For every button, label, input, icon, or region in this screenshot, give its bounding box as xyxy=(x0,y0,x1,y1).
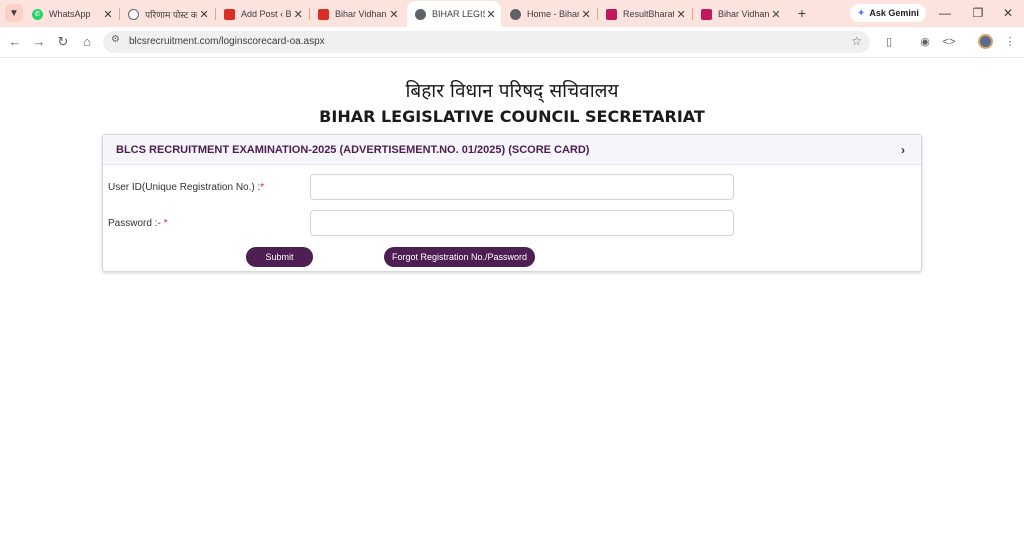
password-label-text: Password :- xyxy=(108,218,164,229)
submit-button[interactable]: Submit xyxy=(246,247,313,267)
tab-strip: ▼ ✆ WhatsApp ✕ परिणाम पोस्ट क ✕ Add Post… xyxy=(0,0,1024,27)
close-icon[interactable]: ✕ xyxy=(387,8,401,21)
forward-button[interactable]: → xyxy=(30,33,48,51)
close-icon[interactable]: ✕ xyxy=(485,8,497,21)
tab-result-post[interactable]: परिणाम पोस्ट क ✕ xyxy=(120,1,215,27)
card-header-text: BLCS RECRUITMENT EXAMINATION-2025 (ADVER… xyxy=(116,144,590,156)
arrow-right-icon: → xyxy=(32,34,46,49)
tab-title: BIHAR LEGISL xyxy=(432,9,485,19)
reload-button[interactable]: ↻ xyxy=(54,33,72,51)
tab-title: परिणाम पोस्ट क xyxy=(145,9,198,20)
new-tab-button[interactable]: + xyxy=(794,5,810,21)
tab-home-bihar[interactable]: Home - Bihar ✕ xyxy=(502,1,597,27)
tab-title: Bihar Vidhan xyxy=(718,9,770,19)
tab-bihar-vidhan-2[interactable]: Bihar Vidhan ✕ xyxy=(693,1,787,27)
restore-button[interactable]: ❐ xyxy=(968,4,988,22)
userid-label: User ID(Unique Registration No.) :* xyxy=(108,182,264,193)
browser-toolbar: ← → ↻ ⌂ ⚙ blcsrecruitment.com/loginscore… xyxy=(0,27,1024,58)
home-button[interactable]: ⌂ xyxy=(78,33,96,51)
menu-button[interactable]: ⋮ xyxy=(1002,34,1018,50)
userid-input[interactable] xyxy=(310,174,734,200)
close-window-button[interactable]: ✕ xyxy=(998,4,1018,22)
sparkle-icon: ✦ xyxy=(857,7,866,19)
globe-icon xyxy=(415,8,426,20)
close-icon: ✕ xyxy=(1002,6,1014,20)
chevron-down-icon: ▼ xyxy=(9,7,19,19)
tab-title: Bihar Vidhan xyxy=(335,9,387,19)
ask-gemini-button[interactable]: ✦ Ask Gemini xyxy=(850,4,926,22)
close-icon[interactable]: ✕ xyxy=(579,8,593,21)
page-title-english: BIHAR LEGISLATIVE COUNCIL SECRETARIAT xyxy=(319,107,705,126)
site-info-icon[interactable]: ⚙ xyxy=(111,34,120,45)
site-logo-icon xyxy=(701,8,712,20)
devtools-button[interactable]: <> xyxy=(941,34,957,50)
userid-label-text: User ID(Unique Registration No.) : xyxy=(108,182,261,193)
settings-icon xyxy=(128,8,139,20)
globe-icon xyxy=(510,8,521,20)
forgot-password-button[interactable]: Forgot Registration No./Password xyxy=(384,247,535,267)
tab-title: Add Post ‹ Bi xyxy=(241,9,292,19)
site-logo-icon xyxy=(606,8,617,20)
close-icon[interactable]: ✕ xyxy=(769,8,783,21)
tab-bihar-vidhan-1[interactable]: Bihar Vidhan ✕ xyxy=(310,1,405,27)
tab-search-button[interactable]: ▼ xyxy=(5,4,23,22)
minimize-icon: — xyxy=(939,6,951,20)
more-vertical-icon: ⋮ xyxy=(1004,36,1016,48)
tab-title: ResultBharat xyxy=(623,9,675,19)
close-icon[interactable]: ✕ xyxy=(101,8,115,21)
url-text[interactable]: blcsrecruitment.com/loginscorecard-oa.as… xyxy=(129,36,325,47)
required-mark: * xyxy=(260,182,265,193)
back-button[interactable]: ← xyxy=(6,33,24,51)
arrow-left-icon: ← xyxy=(8,34,22,49)
home-icon: ⌂ xyxy=(83,34,91,49)
whatsapp-icon: ✆ xyxy=(32,8,43,20)
puzzle-icon: ▯ xyxy=(885,36,893,48)
close-icon[interactable]: ✕ xyxy=(292,8,305,21)
minimize-button[interactable]: — xyxy=(935,4,955,22)
profile-avatar[interactable] xyxy=(978,34,993,49)
chevron-right-icon: › xyxy=(901,143,905,157)
close-icon[interactable]: ✕ xyxy=(674,8,688,21)
plus-icon: + xyxy=(797,5,807,21)
site-logo-icon xyxy=(318,8,329,20)
password-label: Password :- * xyxy=(108,218,167,229)
tab-title: WhatsApp xyxy=(49,9,91,19)
code-icon: <> xyxy=(942,36,956,48)
page-title-hindi: बिहार विधान परिषद् सचिवालय xyxy=(405,80,619,102)
reload-icon: ↻ xyxy=(57,34,69,49)
restore-icon: ❐ xyxy=(972,6,984,20)
tab-bihar-legislative[interactable]: BIHAR LEGISL ✕ xyxy=(407,1,501,27)
site-logo-icon xyxy=(224,8,235,20)
login-card: BLCS RECRUITMENT EXAMINATION-2025 (ADVER… xyxy=(102,134,922,272)
address-bar[interactable]: ⚙ blcsrecruitment.com/loginscorecard-oa.… xyxy=(103,31,870,53)
password-input[interactable] xyxy=(310,210,734,236)
extensions-button[interactable]: ▯ xyxy=(881,34,897,50)
tab-add-post[interactable]: Add Post ‹ Bi ✕ xyxy=(216,1,309,27)
tab-title: Home - Bihar xyxy=(527,9,580,19)
required-mark: * xyxy=(163,218,168,229)
star-icon[interactable]: ☆ xyxy=(851,34,862,48)
close-icon[interactable]: ✕ xyxy=(197,8,211,21)
tab-resultbharat[interactable]: ResultBharat ✕ xyxy=(598,1,692,27)
incognito-button[interactable]: ◉ xyxy=(917,34,933,50)
incognito-icon: ◉ xyxy=(920,36,930,48)
ask-gemini-label: Ask Gemini xyxy=(869,8,919,18)
card-header[interactable]: BLCS RECRUITMENT EXAMINATION-2025 (ADVER… xyxy=(103,135,921,165)
tab-whatsapp[interactable]: ✆ WhatsApp ✕ xyxy=(24,1,119,27)
